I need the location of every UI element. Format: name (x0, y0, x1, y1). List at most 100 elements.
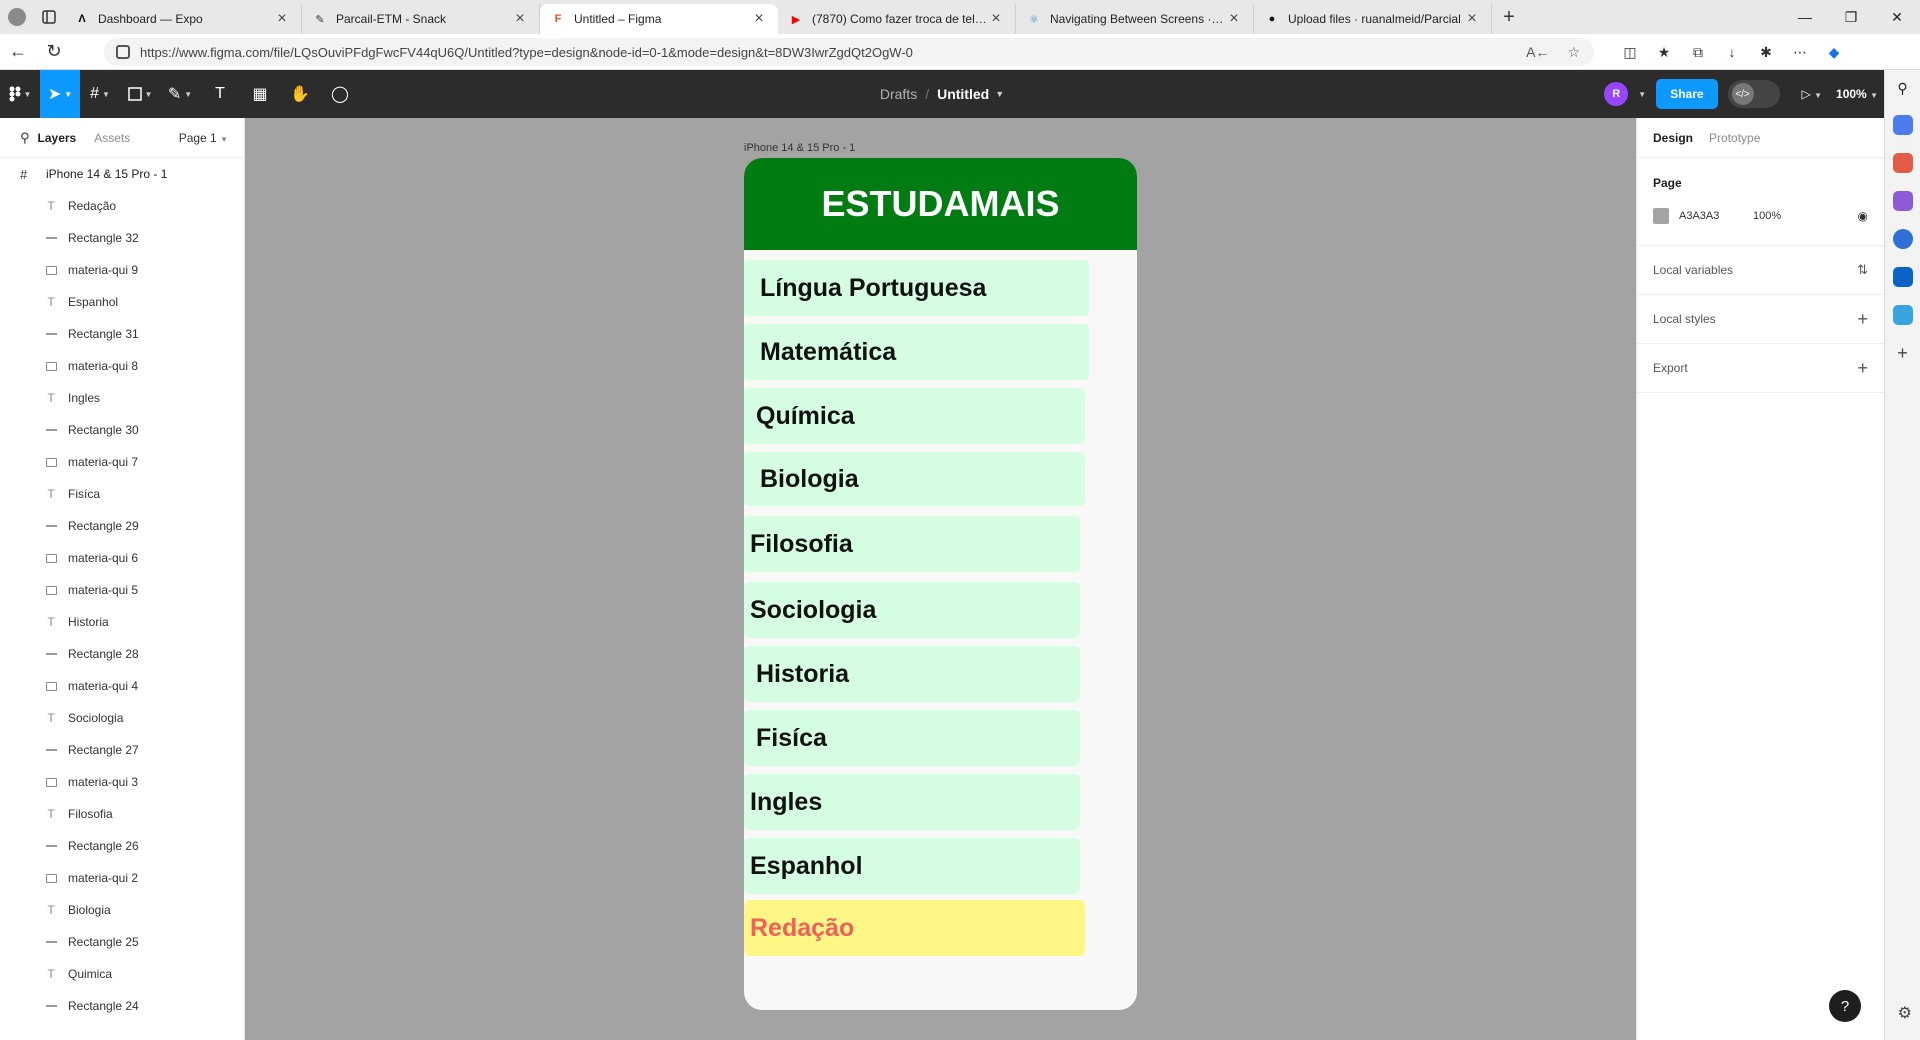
export-row[interactable]: Export + (1637, 344, 1884, 393)
layer-item[interactable]: T Espanhol (0, 286, 244, 318)
layer-frame-root[interactable]: # iPhone 14 & 15 Pro - 1 (0, 158, 244, 190)
text-tool-button[interactable]: T (200, 70, 240, 118)
dev-mode-toggle[interactable]: </> (1727, 80, 1780, 108)
layer-item[interactable]: Rectangle 29 (0, 510, 244, 542)
app-header[interactable]: ESTUDAMAIS (744, 158, 1137, 250)
subject-button[interactable]: Ingles (744, 774, 1080, 830)
layer-item[interactable]: materia-qui 7 (0, 446, 244, 478)
pen-tool-button[interactable]: ✎ ▼ (160, 70, 200, 118)
resources-tool-button[interactable]: ▦ (240, 70, 280, 118)
present-button[interactable]: ▷ ▼ (1802, 87, 1822, 101)
site-info-icon[interactable] (116, 45, 130, 59)
browser-tab[interactable]: ● Upload files · ruanalmeid/Parcial × (1254, 4, 1492, 34)
subject-button[interactable]: Matemática (744, 324, 1089, 380)
layer-item[interactable]: Rectangle 27 (0, 734, 244, 766)
favorites-icon[interactable]: ★ (1654, 42, 1674, 62)
layer-item[interactable]: T Sociologia (0, 702, 244, 734)
browser-tab[interactable]: ⚛ Navigating Between Screens · Re × (1016, 4, 1254, 34)
tab-design[interactable]: Design (1653, 131, 1693, 145)
layer-item[interactable]: materia-qui 2 (0, 862, 244, 894)
close-icon[interactable]: × (1463, 10, 1481, 28)
close-icon[interactable]: × (987, 10, 1005, 28)
page-color-swatch[interactable] (1653, 208, 1669, 224)
downloads-icon[interactable]: ↓ (1722, 42, 1742, 62)
shape-tool-button[interactable]: ▼ (120, 70, 160, 118)
read-aloud-icon[interactable]: A← (1526, 44, 1549, 61)
subject-button[interactable]: Fisíca (744, 710, 1080, 766)
layer-item[interactable]: T Biologia (0, 894, 244, 926)
shopping-icon[interactable] (1892, 115, 1913, 135)
close-icon[interactable]: × (273, 10, 291, 28)
tab-actions-icon[interactable] (34, 0, 64, 34)
back-button[interactable]: ← (0, 34, 36, 70)
restore-button[interactable]: ❐ (1828, 0, 1874, 34)
extensions-icon[interactable]: ✱ (1756, 42, 1776, 62)
layer-item[interactable]: materia-qui 6 (0, 542, 244, 574)
canvas[interactable]: iPhone 14 & 15 Pro - 1 ESTUDAMAIS Língua… (245, 118, 1636, 1040)
comment-tool-button[interactable]: ◯ (320, 70, 360, 118)
chevron-down-icon[interactable]: ▼ (1638, 90, 1646, 99)
chevron-down-icon[interactable]: ▼ (995, 89, 1004, 99)
tab-prototype[interactable]: Prototype (1709, 131, 1760, 145)
layer-item[interactable]: materia-qui 8 (0, 350, 244, 382)
add-icon[interactable]: + (1857, 358, 1868, 379)
layer-item[interactable]: materia-qui 3 (0, 766, 244, 798)
iphone-frame[interactable]: ESTUDAMAIS Língua Portuguesa Matemática Qu… (744, 158, 1137, 1010)
layer-item[interactable]: Rectangle 32 (0, 222, 244, 254)
more-menu-icon[interactable]: ⋯ (1790, 42, 1810, 62)
frame-label[interactable]: iPhone 14 & 15 Pro - 1 (744, 142, 855, 154)
layer-item[interactable]: T Quimica (0, 958, 244, 990)
favorite-star-icon[interactable]: ☆ (1567, 44, 1580, 61)
games-icon[interactable] (1892, 191, 1913, 211)
page-color-hex[interactable]: A3A3A3 (1679, 210, 1753, 222)
browser-tab[interactable]: ▶ (7870) Como fazer troca de telas × (778, 4, 1016, 34)
browser-tab[interactable]: F Untitled – Figma × (540, 4, 778, 34)
layer-item[interactable]: materia-qui 5 (0, 574, 244, 606)
frame-tool-button[interactable]: # ▼ (80, 70, 120, 118)
layer-item[interactable]: materia-qui 4 (0, 670, 244, 702)
zoom-control[interactable]: 100% ▼ (1836, 87, 1878, 101)
page-opacity[interactable]: 100% (1753, 210, 1781, 222)
layer-item[interactable]: Rectangle 26 (0, 830, 244, 862)
layer-item[interactable]: T Redação (0, 190, 244, 222)
hand-tool-button[interactable]: ✋ (280, 70, 320, 118)
send-icon[interactable] (1892, 305, 1913, 325)
copilot-icon[interactable]: ◆ (1824, 42, 1844, 62)
page-color-row[interactable]: A3A3A3 100% ◉ (1653, 206, 1868, 226)
layer-item[interactable]: Rectangle 25 (0, 926, 244, 958)
eye-icon[interactable]: ◉ (1858, 209, 1868, 223)
close-window-button[interactable]: ✕ (1874, 0, 1920, 34)
avatar[interactable]: R (1604, 82, 1629, 106)
subject-button[interactable]: Historia (744, 646, 1080, 702)
office-icon[interactable] (1892, 229, 1913, 249)
add-icon[interactable]: + (1897, 343, 1908, 364)
share-button[interactable]: Share (1656, 79, 1718, 109)
layer-item[interactable]: T Filosofia (0, 798, 244, 830)
local-variables-row[interactable]: Local variables ⇅ (1637, 246, 1884, 295)
refresh-button[interactable]: ↻ (36, 34, 72, 70)
tab-assets[interactable]: Assets (94, 131, 130, 145)
layer-item[interactable]: materia-qui 9 (0, 254, 244, 286)
layer-item[interactable]: T Ingles (0, 382, 244, 414)
local-styles-row[interactable]: Local styles + (1637, 295, 1884, 344)
file-name[interactable]: Untitled (937, 86, 989, 102)
search-icon[interactable]: ⚲ (20, 130, 30, 146)
profile-icon[interactable] (0, 0, 34, 34)
main-menu-button[interactable]: ▼ (0, 70, 40, 118)
tab-layers[interactable]: Layers (38, 131, 77, 145)
sliders-icon[interactable]: ⇅ (1857, 262, 1868, 278)
close-icon[interactable]: × (511, 10, 529, 28)
layer-item[interactable]: Rectangle 31 (0, 318, 244, 350)
split-screen-icon[interactable]: ◫ (1620, 42, 1640, 62)
subject-button[interactable]: Sociologia (744, 582, 1080, 638)
subject-button[interactable]: Filosofia (744, 516, 1080, 572)
browser-tab[interactable]: Λ Dashboard — Expo × (64, 4, 302, 34)
settings-icon[interactable]: ⚙ (1898, 1003, 1912, 1023)
layer-item[interactable]: T Historia (0, 606, 244, 638)
help-button[interactable]: ? (1829, 990, 1861, 1022)
search-icon[interactable]: ⚲ (1897, 80, 1907, 97)
add-icon[interactable]: + (1857, 309, 1868, 330)
page-selector[interactable]: Page 1 ▼ (179, 131, 228, 145)
move-tool-button[interactable]: ➤ ▼ (40, 70, 80, 118)
tools-icon[interactable] (1892, 153, 1913, 173)
